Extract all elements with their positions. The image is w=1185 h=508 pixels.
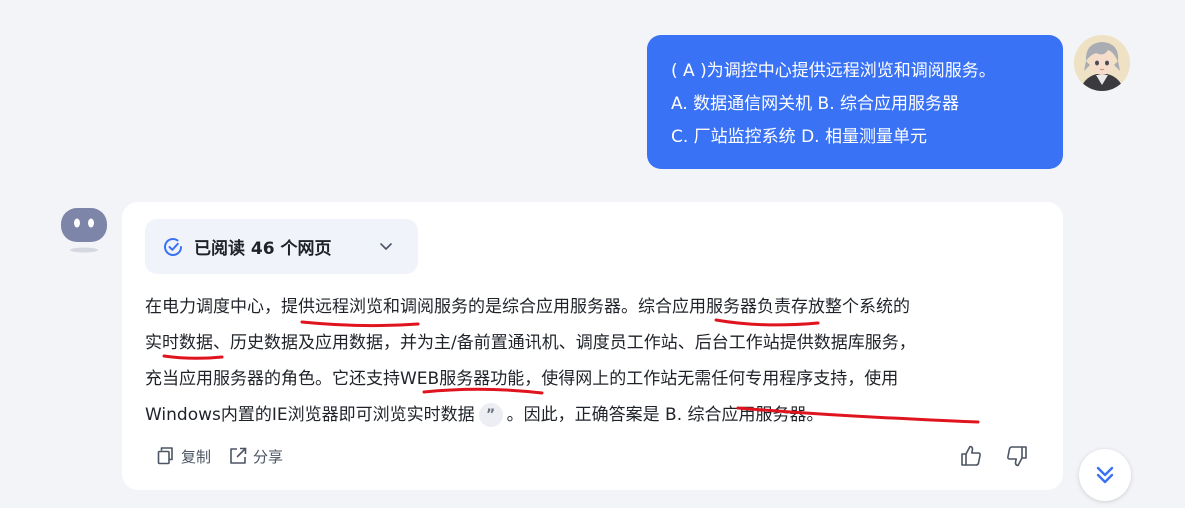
- user-avatar-illustration: [1074, 35, 1130, 91]
- copy-icon: [157, 447, 173, 465]
- user-message-line: ( A )为调控中心提供远程浏览和调阅服务。: [671, 61, 996, 81]
- scroll-to-bottom-button[interactable]: [1079, 449, 1131, 501]
- answer-line-text: 。因此，正确答案是 B. 综合应用服务器。: [506, 405, 824, 425]
- read-sources-label: 已阅读 46 个网页: [194, 239, 332, 259]
- bot-avatar: [58, 205, 110, 255]
- user-message-line: A. 数据通信网关机 B. 综合应用服务器: [671, 94, 960, 114]
- chevron-down-icon: [380, 243, 392, 250]
- answer-actions: 复制 分享: [155, 445, 283, 467]
- read-sources-toggle[interactable]: 已阅读 46 个网页: [145, 219, 418, 274]
- answer-line: 在电力调度中心，提供远程浏览和调阅服务的是综合应用服务器。综合应用服务器负责存放…: [145, 297, 910, 317]
- bot-avatar-icon: [61, 208, 107, 253]
- answer-line: 实时数据、历史数据及应用数据，并为主/备前置通讯机、调度员工作站、后台工作站提供…: [145, 333, 916, 353]
- copy-label: 复制: [181, 447, 212, 466]
- answer-line: Windows内置的IE浏览器即可浏览实时数据” 。因此，正确答案是 B. 综合应…: [145, 397, 1045, 433]
- share-icon: [230, 447, 247, 464]
- double-chevron-down-icon: [1096, 466, 1114, 484]
- user-message-line: C. 厂站监控系统 D. 相量测量单元: [671, 127, 927, 147]
- thumbs-down-icon[interactable]: [1004, 443, 1030, 469]
- user-message-bubble: ( A )为调控中心提供远程浏览和调阅服务。 A. 数据通信网关机 B. 综合应…: [647, 35, 1063, 169]
- answer-text: 在电力调度中心，提供远程浏览和调阅服务的是综合应用服务器。综合应用服务器负责存放…: [145, 289, 1045, 433]
- answer-line: 充当应用服务器的角色。它还支持WEB服务器功能，使得网上的工作站无需任何专用程序…: [145, 369, 899, 389]
- citation-quote-icon[interactable]: ”: [478, 403, 503, 427]
- thumbs-up-icon[interactable]: [958, 443, 984, 469]
- share-label: 分享: [253, 447, 284, 466]
- assistant-answer-card: 已阅读 46 个网页 在电力调度中心，提供远程浏览和调阅服务的是综合应用服务器。…: [122, 202, 1063, 490]
- check-circle-icon: [164, 237, 182, 256]
- share-button[interactable]: 分享: [227, 445, 283, 467]
- answer-line-text: Windows内置的IE浏览器即可浏览实时数据: [145, 405, 475, 425]
- copy-button[interactable]: 复制: [155, 445, 211, 467]
- user-avatar[interactable]: [1074, 35, 1130, 91]
